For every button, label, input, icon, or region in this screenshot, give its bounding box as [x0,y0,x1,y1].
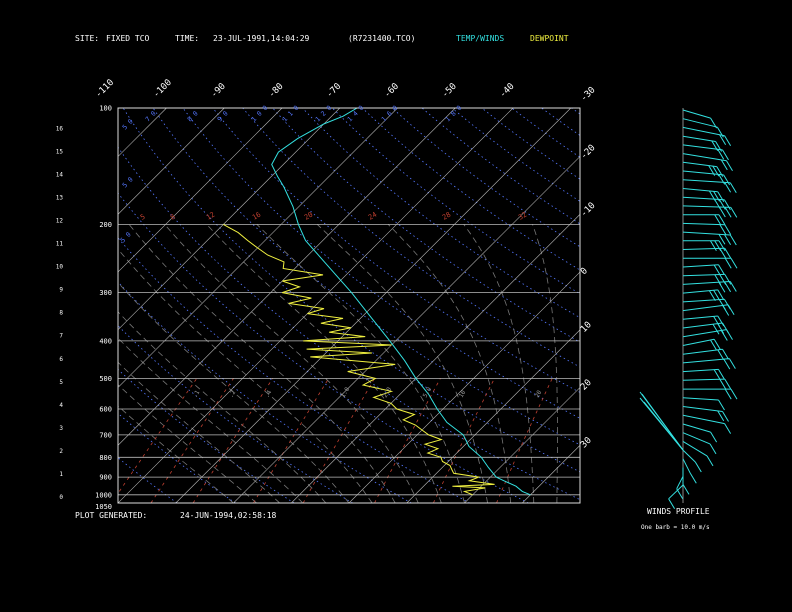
height-tick-label: 16 [56,125,64,132]
pressure-tick-label: 500 [99,375,112,383]
height-tick-label: 8 [59,310,63,317]
pressure-tick-label: 300 [99,289,112,297]
legend-dewpoint: DEWPOINT [530,34,569,43]
plot-generated-value: 24-JUN-1994,02:58:18 [180,511,277,520]
height-tick-label: 10 [56,264,64,271]
height-tick-label: 3 [59,425,63,432]
height-tick-label: 5 [59,379,63,386]
pressure-tick-label: 1050 [95,503,112,511]
winds-profile-title: WINDS PROFILE [647,507,710,516]
skew-t-diagram: SITE: FIXED TCO TIME: 23-JUL-1991,14:04:… [0,0,792,612]
file-name: (R7231400.TCO) [348,34,415,43]
height-tick-label: 1 [59,471,63,478]
time-value: 23-JUL-1991,14:04:29 [213,34,310,43]
barb-note: One barb = 10.0 m/s [641,524,710,531]
pressure-tick-label: 400 [99,337,112,345]
height-tick-label: 13 [56,194,64,201]
pressure-tick-label: 100 [99,105,112,113]
plot-generated-label: PLOT GENERATED: [75,511,147,520]
site-label: SITE: [75,34,99,43]
height-tick-label: 11 [56,241,64,248]
height-tick-label: 4 [59,402,63,409]
pressure-tick-label: 200 [99,221,112,229]
pressure-tick-label: 1000 [95,491,112,499]
height-tick-label: 15 [56,148,64,155]
height-tick-label: 6 [59,356,63,363]
pressure-tick-label: 800 [99,454,112,462]
pressure-tick-label: 700 [99,431,112,439]
height-tick-label: 14 [56,171,64,178]
pressure-tick-label: 900 [99,474,112,482]
time-label: TIME: [175,34,199,43]
site-value: FIXED TCO [106,34,150,43]
height-tick-label: 7 [59,333,63,340]
height-tick-label: 2 [59,448,63,455]
height-tick-label: 0 [59,494,63,501]
legend-temp-winds: TEMP/WINDS [456,34,504,43]
pressure-tick-label: 600 [99,405,112,413]
height-tick-label: 9 [59,287,63,294]
height-tick-label: 12 [56,217,64,224]
